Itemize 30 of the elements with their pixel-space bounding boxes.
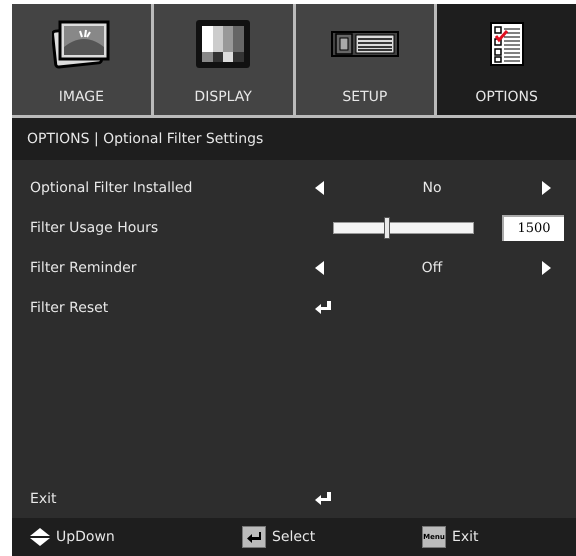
exit-label[interactable]: Exit	[30, 488, 57, 510]
setting-label: Filter Usage Hours	[30, 218, 158, 238]
enter-icon	[314, 300, 332, 316]
photo-icon	[52, 19, 110, 69]
slider-thumb[interactable]	[384, 217, 390, 239]
setting-label: Filter Reminder	[30, 258, 136, 278]
breadcrumb-title: OPTIONS | Optional Filter Settings	[27, 130, 264, 148]
checklist-icon	[490, 22, 524, 66]
setting-value: Off	[420, 258, 444, 278]
right-arrow-icon[interactable]	[542, 181, 551, 195]
projector-icon	[330, 31, 399, 57]
up-down-icon	[30, 528, 50, 546]
menu-tab[interactable]: OPTIONS	[434, 4, 576, 118]
setting-label: Optional Filter Installed	[30, 178, 192, 198]
left-arrow-icon[interactable]	[315, 181, 324, 195]
hint-label: Exit	[452, 528, 479, 546]
slider-track[interactable]	[333, 217, 474, 239]
enter-icon	[314, 491, 332, 507]
menu-tab[interactable]: SETUP	[292, 4, 434, 118]
hint-label: UpDown	[56, 528, 115, 546]
test-pattern-icon	[195, 19, 252, 69]
setting-label: Filter Reset	[30, 298, 108, 318]
hint-label: Select	[272, 528, 316, 546]
setting-value: No	[421, 178, 443, 198]
menu-tab[interactable]: DISPLAY	[150, 4, 292, 118]
value-field[interactable]: 1500	[502, 215, 564, 241]
menu-tab[interactable]: IMAGE	[12, 4, 151, 118]
right-arrow-icon[interactable]	[542, 261, 551, 275]
left-arrow-icon[interactable]	[315, 261, 324, 275]
enter-key-icon	[242, 526, 266, 548]
